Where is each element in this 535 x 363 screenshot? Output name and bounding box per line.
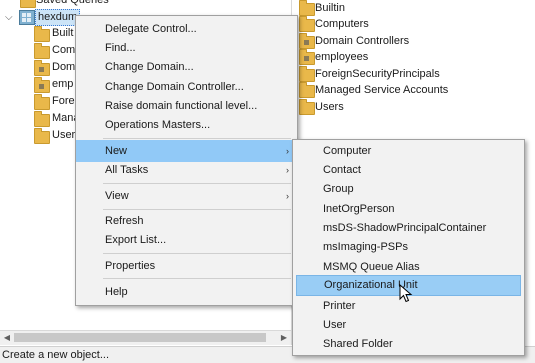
ou-folder-icon: [299, 49, 315, 65]
tree-item-domain[interactable]: ⌵ hexdum: [0, 9, 81, 26]
menu-separator: [103, 278, 291, 279]
menu-item-change-domain[interactable]: Change Domain...: [76, 56, 297, 78]
domain-icon: [19, 10, 35, 25]
folder-icon: [299, 66, 315, 82]
context-menu: Delegate Control... Find... Change Domai…: [75, 15, 298, 306]
new-submenu: Computer Contact Group InetOrgPerson msD…: [292, 139, 525, 356]
folder-icon: [34, 128, 50, 144]
status-text: Create a new object...: [2, 349, 110, 361]
menu-item-export-list[interactable]: Export List...: [76, 229, 297, 251]
submenu-item-msimaging-psps[interactable]: msImaging-PSPs: [293, 236, 524, 258]
menu-separator: [103, 253, 291, 254]
mouse-pointer-icon: [399, 284, 413, 303]
submenu-item-group[interactable]: Group: [293, 178, 524, 200]
menu-separator: [103, 183, 291, 184]
folder-icon: [299, 16, 315, 32]
menu-item-help[interactable]: Help: [76, 281, 297, 303]
menu-item-view[interactable]: View ›: [76, 185, 297, 207]
menu-item-all-tasks[interactable]: All Tasks ›: [76, 159, 297, 181]
ou-folder-icon: [34, 77, 50, 93]
menu-separator: [103, 138, 291, 139]
folder-icon: [299, 82, 315, 98]
scroll-left-icon[interactable]: ◀: [1, 332, 13, 344]
folder-icon: [34, 43, 50, 59]
scrollbar-thumb[interactable]: [14, 333, 266, 342]
chevron-down-icon[interactable]: ⌵: [5, 9, 13, 26]
ou-folder-icon: [34, 60, 50, 76]
menu-item-properties[interactable]: Properties: [76, 255, 297, 277]
folder-icon: [20, 0, 36, 8]
folder-icon: [299, 0, 315, 16]
folder-icon: [34, 94, 50, 110]
submenu-item-shared-folder[interactable]: Shared Folder: [293, 333, 524, 355]
ou-folder-icon: [299, 33, 315, 49]
folder-icon: [34, 26, 50, 42]
chevron-right-icon: ›: [286, 191, 289, 201]
folder-icon: [34, 111, 50, 127]
scroll-right-icon[interactable]: ▶: [278, 332, 290, 344]
horizontal-scrollbar[interactable]: ◀ ▶: [0, 330, 292, 345]
folder-icon: [299, 99, 315, 115]
menu-item-operations-masters[interactable]: Operations Masters...: [76, 114, 297, 136]
chevron-right-icon: ›: [286, 165, 289, 175]
